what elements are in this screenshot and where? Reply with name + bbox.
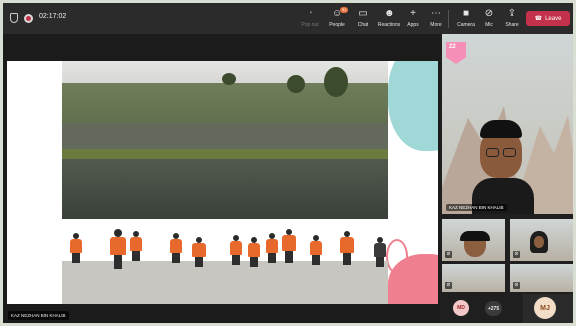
toolbar-divider [448,10,449,28]
slide-decoration-ring [386,239,408,274]
participant-video-tile[interactable]: ⊘ [442,219,505,261]
mic-icon: ⊘ [484,8,494,19]
group-photo [62,61,388,304]
mic-off-icon: ⊘ [513,282,520,289]
pop-out-icon: ◔ [306,8,314,19]
shield-icon [10,13,18,23]
more-icon: ⋯ [431,8,441,19]
participant-video-tile[interactable]: ⊘ [510,219,573,261]
teams-meeting-window: 02:17:02 ◔ Pop out ☺ 91 People ▭ Chat ☻ … [3,3,573,323]
share-button[interactable]: ⇪ Share [498,6,526,32]
people-button[interactable]: ☺ 91 People [323,6,351,32]
mic-off-icon: ⊘ [445,251,452,258]
participant-video-tile[interactable]: ⊘ [510,264,573,292]
participants-panel: 22 KAZ NEZHAN BIN KHALIB ⊘ ⊘ ⊘ ⊘ MD +275… [442,34,573,323]
leave-button[interactable]: ☎ Leave [526,11,570,26]
flag-number: 22 [449,44,456,50]
phone-hangup-icon: ☎ [534,16,543,22]
more-button[interactable]: ⋯ More [422,6,450,32]
participant-name-label: KAZ NEZHAN BIN KHALIB [446,204,507,211]
share-icon: ⇪ [507,8,517,19]
avatar[interactable]: MD [453,300,469,316]
more-participants-count[interactable]: +275 [485,301,502,316]
participant-face [472,120,534,214]
pop-out-button[interactable]: ◔ Pop out [296,6,324,32]
shared-content-stage: KAZ NEZHAN BIN KHALIB [3,34,440,323]
camera-icon: ■ [462,8,470,19]
apps-icon: + [410,8,416,19]
recording-icon [24,14,33,23]
participant-video-tile[interactable]: ⊘ [442,264,505,292]
chat-button[interactable]: ▭ Chat [349,6,377,32]
presenter-name-label: KAZ NEZHAN BIN KHALIB [8,311,69,320]
participant-avatars-row: MD +275 MJ [442,294,573,323]
meeting-timer: 02:17:02 [39,13,67,20]
avatar[interactable]: MJ [534,297,556,319]
participant-video-main[interactable]: 22 KAZ NEZHAN BIN KHALIB [442,34,573,214]
slide-decoration-teal [388,61,438,151]
meeting-toolbar: 02:17:02 ◔ Pop out ☺ 91 People ▭ Chat ☻ … [3,3,573,34]
people-count-badge: 91 [340,7,349,13]
mic-off-icon: ⊘ [513,251,520,258]
chat-icon: ▭ [358,8,368,19]
reactions-icon: ☻ [384,8,395,19]
mic-off-icon: ⊘ [445,282,452,289]
shared-slide [7,61,438,304]
